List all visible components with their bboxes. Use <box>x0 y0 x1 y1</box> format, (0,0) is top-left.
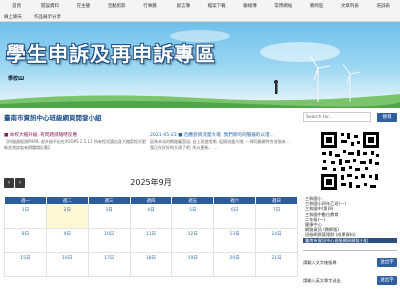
sidebar: Search for... 搜尋 三和國小 三和國小四年乙班(一) 三和國中(第… <box>303 112 397 285</box>
calendar-day[interactable]: 19日 <box>171 252 215 277</box>
calendar-grid: 週一 週二 週三 週四 週五 週六 週日 1日 2日 3日 4日 5日 6日 7… <box>4 196 298 277</box>
search-row: Search for... 搜尋 <box>303 112 397 124</box>
nav-item-training[interactable]: 培訓表 <box>367 3 400 9</box>
weekday-header: 週二 <box>45 196 89 205</box>
weekday-header: 週六 <box>213 196 257 205</box>
sidebar-tool-row: 請輸入文字後搜尋 送出字 <box>303 258 397 268</box>
calendar-day[interactable]: 1日 <box>4 204 47 229</box>
nav-row-primary: 首頁 開設資料 在主播 活動剪影 行事曆 留言簿 檔案下載 聯絡簿 常用網站 教… <box>0 0 400 11</box>
calendar-week-row: 15日 16日 17日 18日 19日 20日 21日 <box>4 252 298 277</box>
banner: 學生申訴及再申訴專區 學校Ш <box>0 22 400 108</box>
news-item: 2021-05-23 ■ 因應疫情流量大增, 我們新的伺服器的以證... 因為本… <box>150 133 292 150</box>
banner-subtitle: 學校Ш <box>8 76 25 82</box>
nav-row-secondary: 線上聊天 作品展示分享 <box>0 11 400 22</box>
calendar-day[interactable]: 17日 <box>87 252 131 277</box>
search-input[interactable]: Search for... <box>303 112 371 122</box>
calendar-day[interactable]: 11日 <box>129 228 173 253</box>
nav-item-calendar[interactable]: 行事曆 <box>133 3 166 9</box>
calendar-day[interactable]: 6日 <box>213 204 257 229</box>
weekday-header: 週三 <box>87 196 131 205</box>
tool-label: 請輸入文字後搜尋 <box>303 260 337 265</box>
sidebar-link-selected[interactable]: 臺南市資訊中心班級網頁開發小組 <box>303 237 397 243</box>
calendar-day[interactable]: 5日 <box>171 204 215 229</box>
news-desc: 因為本站的網路圖案因, 自上班使用期, 疫情流量大增, 一律同路做特合並換為 .… <box>150 139 291 150</box>
calendar-day[interactable]: 3日 <box>87 204 131 229</box>
tool-submit-button[interactable]: 送出字 <box>377 258 397 267</box>
calendar-day[interactable]: 14日 <box>255 228 298 253</box>
search-button[interactable]: 搜尋 <box>377 113 397 122</box>
windmill-icon-1 <box>309 55 331 102</box>
tool-submit-button[interactable]: 送出字 <box>377 276 397 285</box>
tool-label: 請輸入英文單字送出 <box>303 278 341 283</box>
top-navigation: 首頁 開設資料 在主播 活動剪影 行事曆 留言簿 檔案下載 聯絡簿 常用網站 教… <box>0 0 400 22</box>
calendar-prev-button[interactable]: ‹ <box>4 178 14 188</box>
calendar-weekday-row: 週一 週二 週三 週四 週五 週六 週日 <box>4 196 298 205</box>
calendar-title: 2025年9月 <box>130 178 172 187</box>
calendar-day[interactable]: 16日 <box>45 252 89 277</box>
weekday-header: 週四 <box>129 196 173 205</box>
calendar-day[interactable]: 4日 <box>129 204 173 229</box>
nav-item-sites[interactable]: 常用網站 <box>267 3 300 9</box>
calendar-day[interactable]: 7日 <box>255 204 298 229</box>
calendar-day[interactable]: 21日 <box>255 252 298 277</box>
calendar-day[interactable]: 13日 <box>213 228 257 253</box>
calendar-toolbar: 2025年9月 ‹ › <box>4 178 298 190</box>
sidebar-link-list: 三和國小 三和國小四年乙班(一) 三和國中(第四) 三和國中數位教育 二年級(一… <box>303 196 397 243</box>
weekday-header: 週日 <box>255 196 298 205</box>
nav-item-guestbook[interactable]: 留言簿 <box>167 3 200 9</box>
calendar-day[interactable]: 15日 <box>4 252 47 277</box>
windmill-icon-2 <box>342 63 361 102</box>
calendar-day[interactable]: 10日 <box>87 228 131 253</box>
nav-item-3[interactable]: 活動剪影 <box>100 3 133 9</box>
news-desc: 【伺服器經過PHP8, 若升級不出在XOOPS 2.5.11 所有程式請自身大檔… <box>4 139 146 150</box>
calendar-day-today[interactable]: 2日 <box>45 204 89 229</box>
qr-code-icon <box>319 130 381 192</box>
calendar-day[interactable]: 8日 <box>4 228 47 253</box>
calendar-week-row: 8日 9日 10日 11日 12日 13日 14日 <box>4 228 298 253</box>
calendar-next-button[interactable]: › <box>15 178 25 188</box>
weekday-header: 週一 <box>4 196 47 205</box>
person-silhouette-icon <box>274 80 278 94</box>
weekday-header: 週五 <box>171 196 215 205</box>
banner-title: 學生申訴及再申訴專區 <box>6 42 216 66</box>
nav-item-chat[interactable]: 線上聊天 <box>4 14 22 20</box>
calendar-day[interactable]: 18日 <box>129 252 173 277</box>
nav-item-home[interactable]: 首頁 <box>0 3 33 9</box>
sidebar-tool-row: 請輸入英文單字送出 送出字 <box>303 276 397 286</box>
nav-item-1[interactable]: 開設資料 <box>33 3 66 9</box>
nav-item-downloads[interactable]: 檔案下載 <box>200 3 233 9</box>
calendar-day[interactable]: 9日 <box>45 228 89 253</box>
calendar-week-row: 1日 2日 3日 4日 5日 6日 7日 <box>4 204 298 229</box>
news-list: ■ 本校大檔升級, 有問題請隨時反應 【伺服器經過PHP8, 若升級不出在XOO… <box>4 133 296 169</box>
nav-item-articles[interactable]: 文章列表 <box>333 3 366 9</box>
news-item: ■ 本校大檔升級, 有問題請隨時反應 【伺服器經過PHP8, 若升級不出在XOO… <box>4 133 146 150</box>
nav-item-contact[interactable]: 聯絡簿 <box>233 3 266 9</box>
nav-item-works[interactable]: 作品展示分享 <box>34 14 61 20</box>
sidebar-divider <box>303 250 397 251</box>
nav-item-teacher[interactable]: 教師區 <box>300 3 333 9</box>
calendar-day[interactable]: 12日 <box>171 228 215 253</box>
nav-item-2[interactable]: 在主播 <box>67 3 100 9</box>
section-title: 臺南市資訊中心班級網頁開發小組 <box>4 114 102 122</box>
calendar-day[interactable]: 20日 <box>213 252 257 277</box>
